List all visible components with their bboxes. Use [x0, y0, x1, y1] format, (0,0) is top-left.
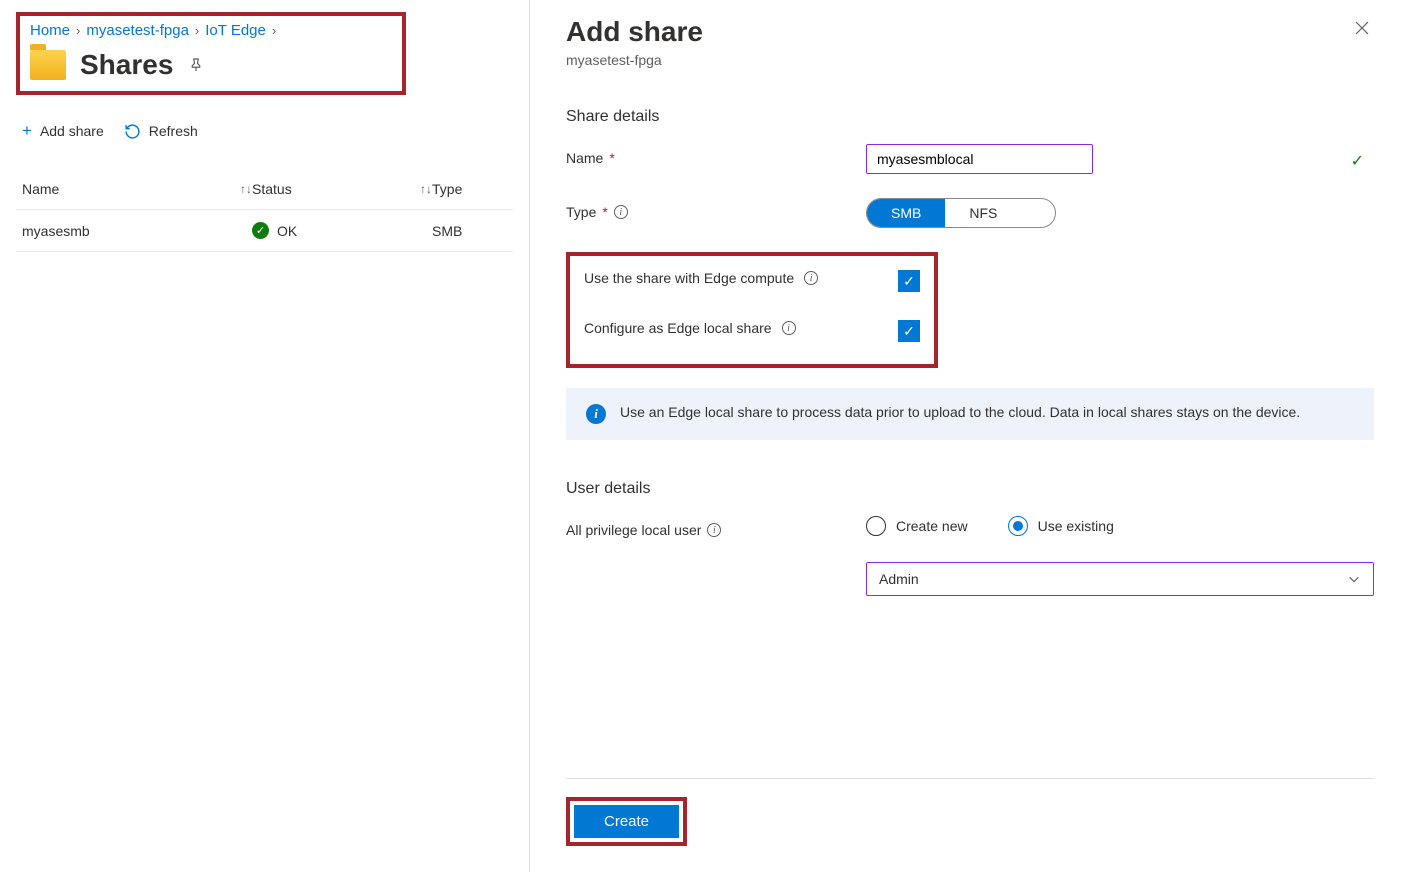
type-nfs-option[interactable]: NFS — [945, 199, 1021, 227]
name-label: Name — [566, 150, 603, 166]
edge-local-share-checkbox[interactable]: ✓ — [898, 320, 920, 342]
add-share-label: Add share — [40, 123, 104, 139]
table-row[interactable]: myasesmb ✓ OK SMB — [16, 210, 513, 252]
info-banner: i Use an Edge local share to process dat… — [566, 388, 1374, 440]
chevron-right-icon: › — [272, 23, 276, 38]
highlighted-create-button: Create — [566, 797, 687, 846]
share-status: OK — [277, 223, 297, 239]
folder-icon — [30, 50, 66, 80]
highlighted-breadcrumb-title: Home › myasetest-fpga › IoT Edge › Share… — [16, 12, 406, 95]
add-share-button[interactable]: + Add share — [22, 121, 104, 141]
shares-table: Name ↑↓ Status ↑↓ Type myasesmb ✓ OK SMB — [16, 169, 513, 252]
panel-subtitle: myasetest-fpga — [566, 52, 703, 68]
pin-icon[interactable] — [187, 56, 205, 74]
panel-title: Add share — [566, 16, 703, 48]
info-icon[interactable]: i — [804, 271, 818, 285]
breadcrumb-feature[interactable]: IoT Edge — [205, 22, 266, 39]
type-label: Type — [566, 204, 596, 220]
refresh-button[interactable]: Refresh — [124, 121, 198, 141]
share-name-input[interactable] — [866, 144, 1093, 174]
info-icon[interactable]: i — [614, 205, 628, 219]
breadcrumb-home[interactable]: Home — [30, 22, 70, 39]
col-status-header[interactable]: Status — [252, 181, 292, 197]
col-name-header[interactable]: Name — [22, 181, 59, 197]
user-label: All privilege local user — [566, 522, 701, 538]
required-asterisk: * — [602, 204, 607, 220]
use-edge-compute-label: Use the share with Edge compute — [584, 270, 794, 286]
close-icon[interactable] — [1350, 16, 1374, 40]
user-details-heading: User details — [566, 480, 1374, 498]
chevron-down-icon — [1347, 572, 1361, 586]
create-button[interactable]: Create — [574, 805, 679, 838]
shares-list-pane: Home › myasetest-fpga › IoT Edge › Share… — [0, 0, 530, 872]
use-edge-compute-checkbox[interactable]: ✓ — [898, 270, 920, 292]
user-select-value: Admin — [879, 571, 919, 587]
type-toggle: SMB NFS — [866, 198, 1056, 228]
radio-create-new[interactable]: Create new — [866, 516, 968, 536]
info-icon: i — [586, 404, 606, 424]
table-header-row: Name ↑↓ Status ↑↓ Type — [16, 169, 513, 210]
radio-existing-label: Use existing — [1038, 518, 1114, 534]
refresh-icon — [124, 123, 141, 140]
type-smb-option[interactable]: SMB — [867, 199, 945, 227]
share-details-heading: Share details — [566, 108, 1374, 126]
sort-icon[interactable]: ↑↓ — [240, 182, 252, 196]
breadcrumb-device[interactable]: myasetest-fpga — [86, 22, 189, 39]
plus-icon: + — [22, 121, 32, 141]
page-title: Shares — [80, 49, 173, 81]
share-type: SMB — [432, 223, 462, 239]
share-name: myasesmb — [22, 223, 90, 239]
user-select[interactable]: Admin — [866, 562, 1374, 596]
col-type-header[interactable]: Type — [432, 181, 462, 197]
toolbar: + Add share Refresh — [16, 121, 513, 141]
chevron-right-icon: › — [195, 23, 199, 38]
chevron-right-icon: › — [76, 23, 80, 38]
info-icon[interactable]: i — [707, 523, 721, 537]
status-ok-icon: ✓ — [252, 222, 269, 239]
panel-footer: Create — [566, 778, 1374, 872]
highlighted-edge-options: Use the share with Edge compute i ✓ Conf… — [566, 252, 938, 368]
add-share-panel: Add share myasetest-fpga Share details N… — [530, 0, 1410, 872]
radio-use-existing[interactable]: Use existing — [1008, 516, 1114, 536]
breadcrumb: Home › myasetest-fpga › IoT Edge › — [30, 22, 392, 39]
edge-local-share-label: Configure as Edge local share — [584, 320, 772, 336]
sort-icon[interactable]: ↑↓ — [420, 182, 432, 196]
refresh-label: Refresh — [149, 123, 198, 139]
radio-create-label: Create new — [896, 518, 968, 534]
validation-check-icon: ✓ — [1351, 151, 1364, 171]
info-icon[interactable]: i — [782, 321, 796, 335]
info-banner-text: Use an Edge local share to process data … — [620, 404, 1300, 424]
required-asterisk: * — [609, 150, 614, 166]
